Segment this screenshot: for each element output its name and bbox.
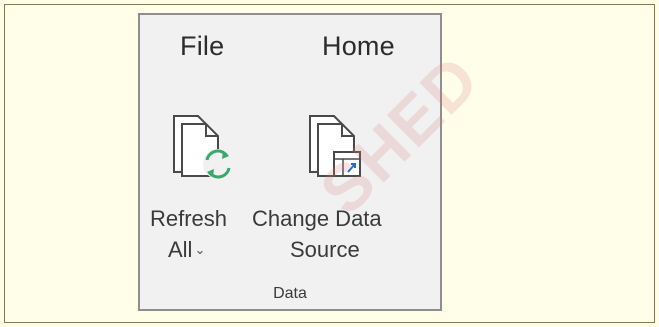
group-label-data: Data bbox=[273, 285, 307, 302]
refresh-all-label-line2: All ⌄ bbox=[168, 237, 206, 262]
ribbon-panel: File Home Refresh All ⌄ Change Data Sour… bbox=[138, 13, 442, 311]
refresh-all-label: Refresh bbox=[150, 206, 228, 231]
change-data-source-label: Change Data bbox=[252, 206, 382, 231]
tab-home[interactable]: Home bbox=[322, 31, 395, 62]
change-data-source-icon bbox=[304, 110, 374, 184]
tab-file[interactable]: File bbox=[180, 31, 224, 62]
refresh-document-icon bbox=[168, 110, 238, 184]
change-data-source-button[interactable]: Change Data Source bbox=[252, 110, 420, 270]
refresh-all-button[interactable]: Refresh All ⌄ bbox=[150, 110, 248, 270]
chevron-down-icon[interactable]: ⌄ bbox=[194, 242, 205, 258]
change-data-source-label-line2: Source bbox=[290, 237, 360, 262]
